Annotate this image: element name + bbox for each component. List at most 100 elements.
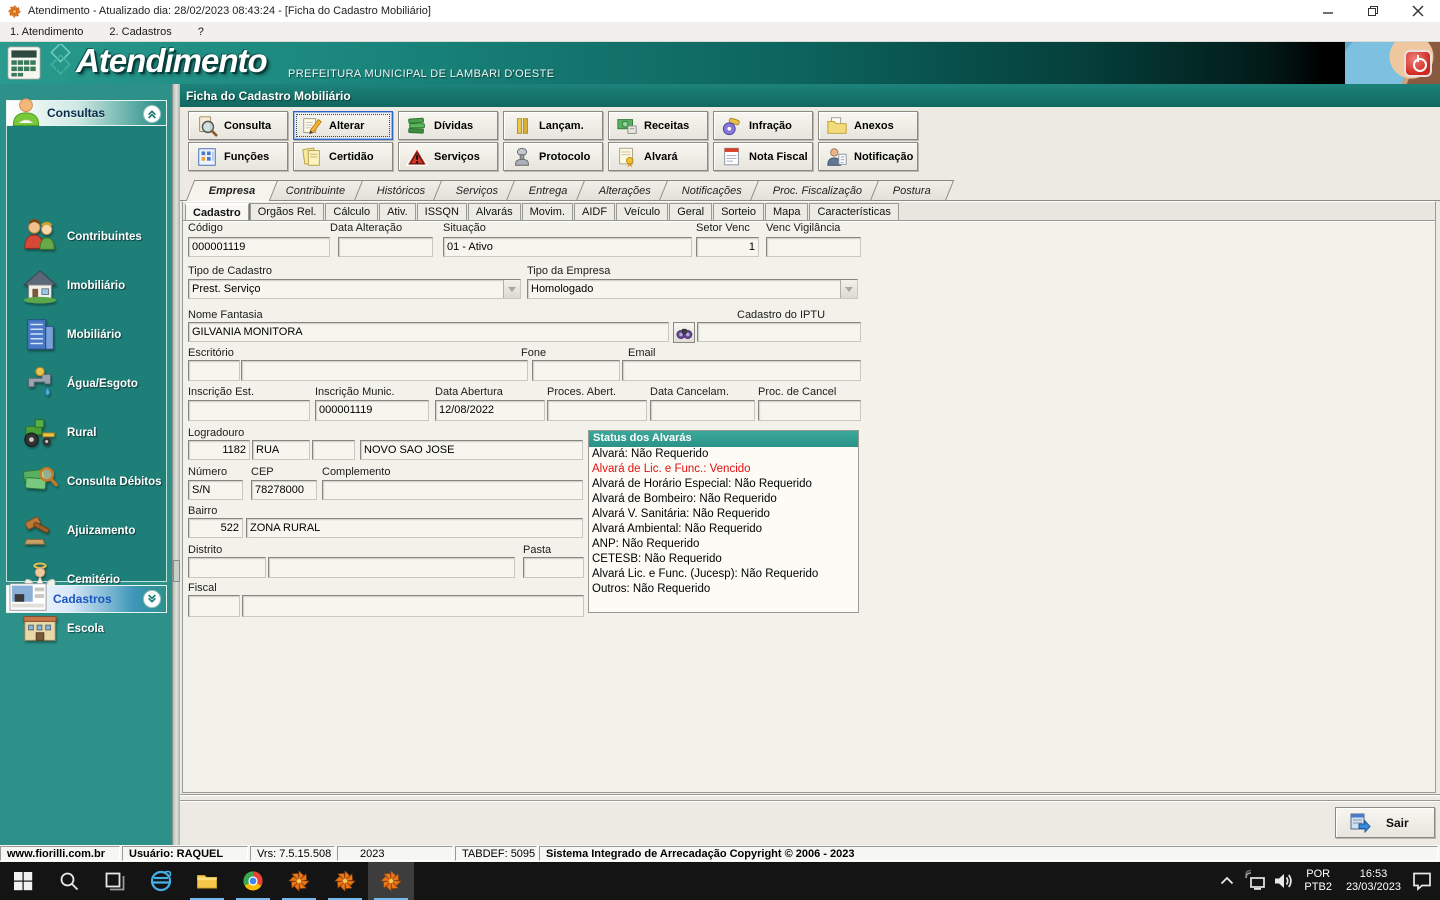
fiscal-nome-input[interactable] [242,595,584,617]
receitas-button[interactable]: Receitas [608,111,708,140]
fiscal-codigo-input[interactable] [188,595,240,617]
restore-icon[interactable] [1350,0,1395,22]
notifica-o-button[interactable]: Notificação [818,142,918,171]
consulta-button[interactable]: Consulta [188,111,288,140]
dropdown-arrow-icon[interactable] [840,280,857,298]
chevron-down-icon[interactable] [143,590,161,608]
taskbar-fiorilli-flower[interactable] [276,862,322,900]
complemento-input[interactable] [322,480,583,500]
proc-cancel-input[interactable] [758,400,861,421]
close-icon[interactable] [1395,0,1440,22]
menu-item-3[interactable]: ? [196,24,206,40]
subtab-sorteio[interactable]: Sorteio [713,203,764,220]
situacao-input[interactable]: 01 - Ativo [443,237,692,257]
taskbar-start[interactable] [0,862,46,900]
notification-bubble-icon[interactable] [1410,868,1434,894]
tab-proc-fiscaliza-o[interactable]: Proc. Fiscalização [749,180,885,201]
subtab-cadastro[interactable]: Cadastro [185,203,249,220]
tray-chevron-up-icon[interactable] [1215,868,1239,894]
nome-fantasia-input[interactable]: GILVANIA MONITORA [188,322,669,342]
certid-o-button[interactable]: Certidão [293,142,393,171]
tipo-cadastro-select[interactable]: Prest. Serviço [188,279,521,299]
subtab-alvar-s[interactable]: Alvarás [468,203,521,220]
subtab-c-lculo[interactable]: Cálculo [325,203,378,220]
taskbar-fiorilli-flower[interactable] [322,862,368,900]
distrito-nome-input[interactable] [268,557,515,578]
logradouro-tipo-input[interactable]: RUA [252,440,310,460]
sidebar-scrollbar[interactable] [172,84,180,845]
volume-icon[interactable] [1271,868,1295,894]
sidebar-item-contribuintes[interactable]: Contribuintes [7,212,166,261]
subtab-org-os-rel-[interactable]: Orgãos Rel. [250,203,325,220]
tab-empresa[interactable]: Empresa [186,180,279,201]
inscricao-est-input[interactable] [188,400,310,421]
sidebar-item-consulta-debitos[interactable]: Consulta Débitos [7,457,166,506]
subtab-ativ-[interactable]: Ativ. [379,203,416,220]
escritorio-name-input[interactable] [241,360,528,381]
subtab-mapa[interactable]: Mapa [765,203,809,220]
anexos-button[interactable]: Anexos [818,111,918,140]
logradouro-nome-input[interactable]: NOVO SAO JOSE [360,440,583,460]
data-cancelam-input[interactable] [650,400,755,421]
fone-input[interactable] [532,360,620,381]
power-button-icon[interactable] [1404,50,1432,77]
bairro-nome-input[interactable]: ZONA RURAL [246,518,583,538]
menu-item-2[interactable]: 2. Cadastros [107,24,173,40]
data-abertura-input[interactable]: 12/08/2022 [435,400,545,421]
subtab-aidf[interactable]: AIDF [574,203,615,220]
sair-button[interactable]: Sair [1335,807,1435,838]
tab-notifica-es[interactable]: Notificações [659,180,765,201]
taskbar-tb-search[interactable] [46,862,92,900]
cadastro-iptu-input[interactable] [697,322,861,342]
codigo-input[interactable]: 000001119 [188,237,330,257]
alterar-button[interactable]: Alterar [293,111,393,140]
fun-es-button[interactable]: Funções [188,142,288,171]
taskbar-file-explorer[interactable] [184,862,230,900]
alvar--button[interactable]: Alvará [608,142,708,171]
subtab-caracter-sticas[interactable]: Características [809,203,898,220]
logradouro-numero-input[interactable]: 1182 [188,440,250,460]
sidebar-item-mobiliario[interactable]: Mobiliário [7,310,166,359]
subtab-geral[interactable]: Geral [669,203,712,220]
proces-abert-input[interactable] [547,400,647,421]
escritorio-code-input[interactable] [188,360,240,381]
subtab-ve-culo[interactable]: Veículo [616,203,668,220]
lan-am--button[interactable]: Lançam. [503,111,603,140]
data-alteracao-input[interactable] [338,237,433,257]
language-indicator[interactable]: PORPTB2 [1299,868,1337,894]
subtab-movim-[interactable]: Movim. [522,203,573,220]
email-input[interactable] [622,360,861,381]
d-vidas-button[interactable]: Dívidas [398,111,498,140]
sidebar-scrollbar-thumb[interactable] [173,560,180,582]
nota-fiscal-button[interactable]: Nota Fiscal [713,142,813,171]
taskbar-fiorilli-flower[interactable] [368,862,414,900]
pasta-input[interactable] [523,557,584,578]
menu-item-1[interactable]: 1. Atendimento [8,24,85,40]
clock[interactable]: 16:5323/03/2023 [1341,868,1406,894]
taskbar-internet-explorer[interactable] [138,862,184,900]
tab-contribuinte[interactable]: Contribuinte [263,180,369,201]
venc-vigilancia-input[interactable] [766,237,861,257]
sidebar-group-cadastros[interactable]: Cadastros [6,585,167,613]
subtab-issqn[interactable]: ISSQN [417,203,467,220]
setor-venc-input[interactable]: 1 [696,237,759,257]
taskbar-task-view[interactable] [92,862,138,900]
sidebar-item-agua-esgoto[interactable]: Água/Esgoto [7,359,166,408]
chevron-up-icon[interactable] [143,105,161,123]
network-icon[interactable] [1243,868,1267,894]
taskbar-chrome[interactable] [230,862,276,900]
servi-os-button[interactable]: Serviços [398,142,498,171]
distrito-codigo-input[interactable] [188,557,266,578]
minimize-icon[interactable] [1305,0,1350,22]
protocolo-button[interactable]: Protocolo [503,142,603,171]
logradouro-extra-input[interactable] [312,440,355,460]
tab-postura[interactable]: Postura [870,180,954,201]
sidebar-group-consultas[interactable]: Consultas [6,100,167,126]
cep-input[interactable]: 78278000 [251,480,317,500]
sidebar-item-ajuizamento[interactable]: Ajuizamento [7,506,166,555]
numero-input[interactable]: S/N [188,480,243,500]
iptu-lookup-button[interactable] [673,322,695,343]
inscricao-munic-input[interactable]: 000001119 [315,400,429,421]
infra-o-button[interactable]: Infração [713,111,813,140]
bairro-codigo-input[interactable]: 522 [188,518,243,538]
